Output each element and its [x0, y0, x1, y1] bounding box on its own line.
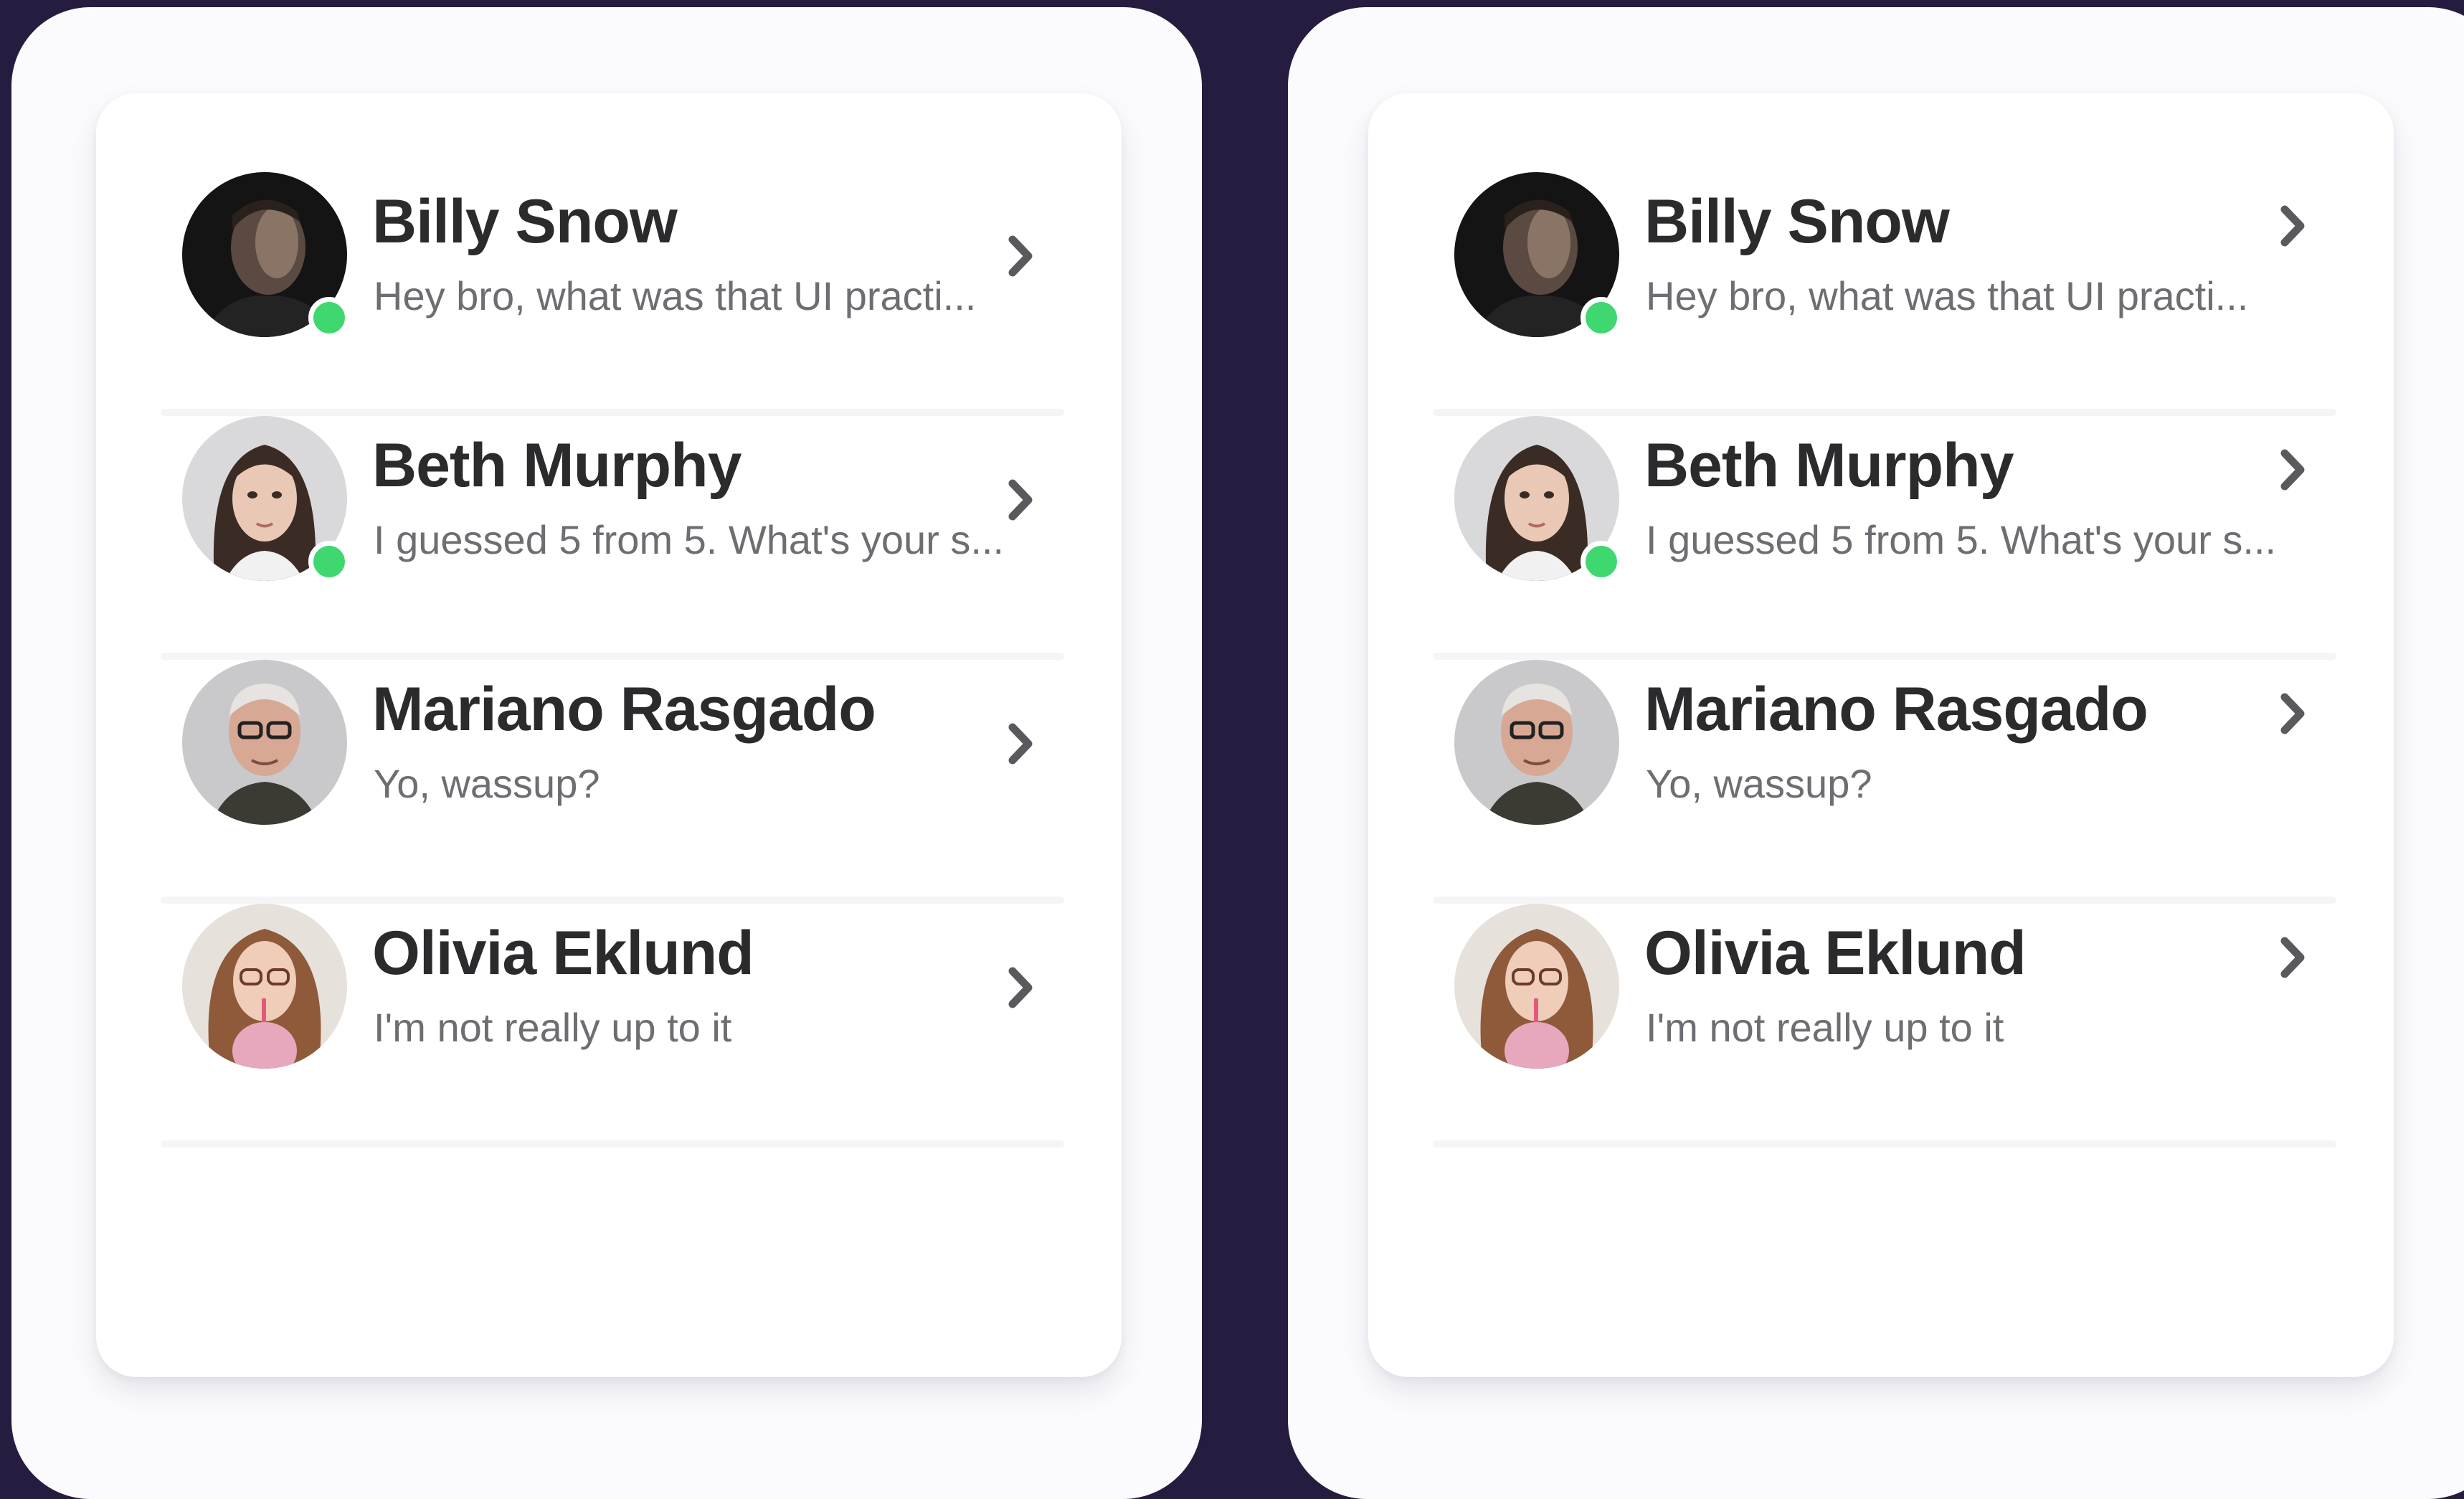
message-preview: I guessed 5 from 5. What's your s...: [1646, 517, 2277, 562]
row-divider: [161, 409, 1064, 416]
chevron-right-icon[interactable]: [1000, 963, 1043, 1013]
avatar-image: [182, 904, 347, 1069]
online-status-dot: [1581, 541, 1622, 582]
row-divider: [161, 1140, 1064, 1148]
row-divider: [1433, 409, 2336, 416]
chat-list: Billy Snow Hey bro, what was that UI pra…: [161, 172, 1064, 1148]
chevron-right-icon[interactable]: [2272, 201, 2315, 251]
avatar: [1454, 416, 1622, 582]
chat-panel-left: Billy Snow Hey bro, what was that UI pra…: [11, 7, 1202, 1499]
row-divider: [1433, 653, 2336, 660]
contact-name: Billy Snow: [372, 187, 678, 256]
message-preview: Hey bro, what was that UI practi...: [374, 273, 977, 318]
avatar: [1454, 904, 1619, 1069]
online-status-dot: [308, 297, 350, 339]
online-status-dot: [308, 541, 350, 582]
chevron-right-icon[interactable]: [2272, 932, 2315, 983]
avatar-image: [1454, 660, 1619, 825]
chevron-right-icon[interactable]: [2272, 445, 2315, 495]
row-divider: [161, 653, 1064, 660]
row-divider: [1433, 1140, 2336, 1148]
chat-row-mariano-rasgado[interactable]: Mariano Rasgado Yo, wassup?: [161, 660, 1064, 904]
contact-name: Beth Murphy: [372, 431, 742, 500]
message-preview: I'm not really up to it: [374, 1005, 732, 1050]
chat-row-beth-murphy[interactable]: Beth Murphy I guessed 5 from 5. What's y…: [161, 416, 1064, 660]
avatar: [182, 416, 350, 582]
chat-list-card: Billy Snow Hey bro, what was that UI pra…: [1368, 93, 2394, 1377]
chat-panel-right: Billy Snow Hey bro, what was that UI pra…: [1288, 7, 2464, 1499]
avatar: [1454, 660, 1619, 825]
chat-row-mariano-rasgado[interactable]: Mariano Rasgado Yo, wassup?: [1433, 660, 2336, 904]
chat-list-card: Billy Snow Hey bro, what was that UI pra…: [96, 93, 1122, 1377]
chevron-right-icon[interactable]: [1000, 719, 1043, 769]
online-status-dot: [1581, 297, 1622, 339]
contact-name: Beth Murphy: [1644, 431, 2014, 500]
contact-name: Mariano Rasgado: [372, 675, 876, 744]
contact-name: Olivia Eklund: [1644, 919, 2027, 988]
chat-row-olivia-eklund[interactable]: Olivia Eklund I'm not really up to it: [161, 904, 1064, 1148]
message-preview: Yo, wassup?: [374, 761, 600, 806]
message-preview: I'm not really up to it: [1646, 1005, 2004, 1050]
message-preview: Hey bro, what was that UI practi...: [1646, 273, 2249, 318]
chevron-right-icon[interactable]: [1000, 475, 1043, 525]
chevron-right-icon[interactable]: [1000, 231, 1043, 281]
chevron-right-icon[interactable]: [2272, 689, 2315, 739]
message-preview: Yo, wassup?: [1646, 761, 1872, 806]
avatar: [182, 172, 350, 339]
avatar: [182, 904, 347, 1069]
avatar: [1454, 172, 1622, 339]
chat-row-beth-murphy[interactable]: Beth Murphy I guessed 5 from 5. What's y…: [1433, 416, 2336, 660]
avatar-image: [1454, 904, 1619, 1069]
row-divider: [161, 897, 1064, 904]
avatar: [182, 660, 347, 825]
contact-name: Billy Snow: [1644, 187, 1950, 256]
chat-row-billy-snow[interactable]: Billy Snow Hey bro, what was that UI pra…: [161, 172, 1064, 416]
avatar-image: [182, 660, 347, 825]
contact-name: Olivia Eklund: [372, 919, 754, 988]
chat-list: Billy Snow Hey bro, what was that UI pra…: [1433, 172, 2336, 1148]
chat-row-olivia-eklund[interactable]: Olivia Eklund I'm not really up to it: [1433, 904, 2336, 1148]
contact-name: Mariano Rasgado: [1644, 675, 2148, 744]
chat-row-billy-snow[interactable]: Billy Snow Hey bro, what was that UI pra…: [1433, 172, 2336, 416]
message-preview: I guessed 5 from 5. What's your s...: [374, 517, 1005, 562]
row-divider: [1433, 897, 2336, 904]
